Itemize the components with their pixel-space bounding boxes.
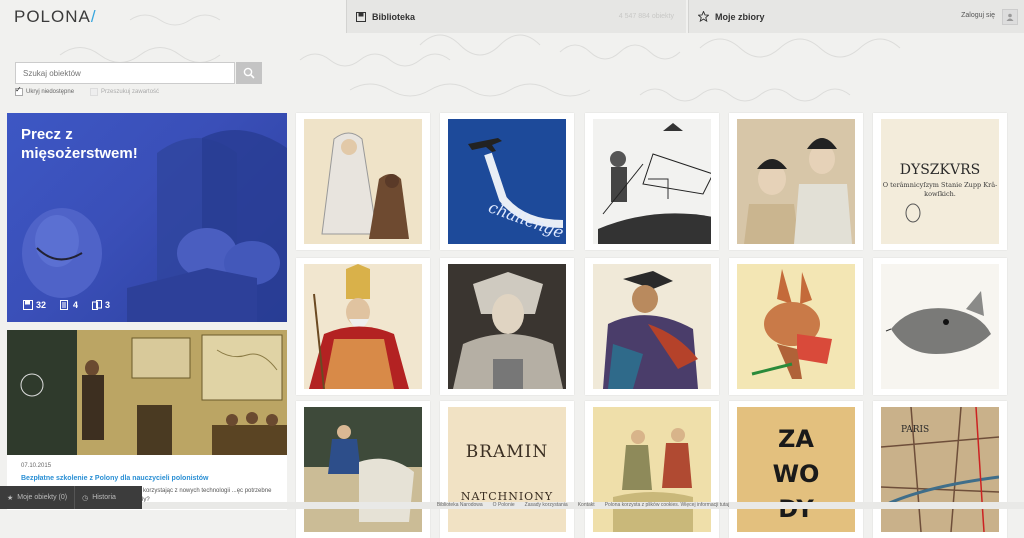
tab-biblioteka-label: Biblioteka: [372, 11, 416, 22]
tile-image: [304, 407, 422, 532]
tile-zawody[interactable]: ZA WO DY: [729, 401, 863, 538]
history-button[interactable]: ◷ Historia: [75, 494, 123, 502]
document-icon: [60, 300, 69, 310]
polona-logo[interactable]: POLONA/: [14, 7, 97, 27]
promo-title: Precz z mięsożerstwem!: [21, 126, 138, 162]
tile-dyszkvrs[interactable]: DYSZKVRS O terâmnicyſzym Stanie Zupp Krâ…: [873, 113, 1007, 250]
tile-image: DYSZKVRS O terâmnicyſzym Stanie Zupp Krâ…: [881, 119, 999, 244]
svg-text:WO: WO: [773, 460, 820, 488]
tile-jester-portrait[interactable]: [440, 258, 574, 395]
search-button[interactable]: [236, 62, 262, 84]
option-hide-unavailable[interactable]: Ukryj niedostępne: [15, 85, 75, 96]
tab-biblioteka[interactable]: Biblioteka 4 547 884 obiekty: [346, 0, 686, 33]
checkbox-hide-unavailable[interactable]: [15, 85, 23, 96]
collection-icon: [92, 300, 103, 310]
user-icon[interactable]: [1002, 9, 1018, 25]
option-label: Przeszukuj zawartość: [101, 89, 160, 95]
tile-bramin[interactable]: BRAMIN NATCHNIONY: [440, 401, 574, 538]
cookie-notice[interactable]: Polona korzysta z plików cookies. Więcej…: [605, 502, 730, 509]
svg-text:BRAMIN: BRAMIN: [466, 442, 549, 462]
tile-japanese-women[interactable]: [729, 113, 863, 250]
tile-image: challenge: [448, 119, 566, 244]
tile-image: [881, 264, 999, 389]
stat-collections: 3: [92, 300, 110, 310]
tile-bride[interactable]: [296, 113, 430, 250]
option-search-content[interactable]: Przeszukuj zawartość: [90, 88, 159, 96]
tile-image: [593, 264, 711, 389]
tile-paris-map[interactable]: PARIS: [873, 401, 1007, 538]
login-link[interactable]: Zaloguj się: [961, 12, 995, 19]
tile-hussars[interactable]: [585, 401, 719, 538]
tile-image: [593, 407, 711, 532]
tab-moje-zbiory[interactable]: Moje zbiory Zaloguj się: [688, 0, 1024, 33]
search-options: Ukryj niedostępne Przeszukuj zawartość: [15, 85, 159, 96]
svg-text:O terâmnicyſzym Stanie Zupp Kr: O terâmnicyſzym Stanie Zupp Krâ-: [883, 181, 998, 189]
tile-woodcut-fishing[interactable]: [585, 113, 719, 250]
tile-cossack[interactable]: [585, 258, 719, 395]
svg-text:kowſkich.: kowſkich.: [924, 190, 956, 198]
footer-link[interactable]: Kontakt: [578, 502, 595, 509]
tab-moje-zbiory-label: Moje zbiory: [715, 11, 765, 22]
footer-link[interactable]: O Polonie: [493, 502, 515, 509]
stat-objects: 32: [23, 300, 46, 310]
news-date: 07.10.2015: [21, 463, 52, 469]
footer: Biblioteka Narodowa O Polonie Zasady kor…: [142, 502, 1024, 509]
logo-text: POLONA: [14, 7, 91, 26]
svg-text:ZA: ZA: [778, 425, 814, 453]
footer-link[interactable]: Biblioteka Narodowa: [437, 502, 483, 509]
promo-card[interactable]: Precz z mięsożerstwem! 32 4 3: [7, 113, 287, 322]
book-icon: [23, 300, 33, 310]
library-icon: [356, 11, 366, 22]
option-label: Ukryj niedostępne: [26, 89, 75, 95]
checkbox-search-content[interactable]: [90, 88, 99, 96]
clock-icon: ◷: [82, 494, 89, 502]
svg-text:DY: DY: [778, 495, 814, 523]
news-title[interactable]: Bezpłatne szkolenie z Polony dla nauczyc…: [21, 475, 208, 482]
promo-stats: 32 4 3: [23, 300, 110, 310]
search-icon: [243, 67, 255, 79]
tile-image: [304, 119, 422, 244]
star-icon: [698, 11, 709, 22]
svg-text:DYSZKVRS: DYSZKVRS: [900, 162, 981, 178]
stat-documents: 4: [60, 300, 78, 310]
bottom-toolbar: ★ Moje obiekty (0) ◷ Historia: [0, 486, 142, 509]
footer-link[interactable]: Zasady korzystania: [525, 502, 568, 509]
my-objects-button[interactable]: ★ Moje obiekty (0): [0, 494, 74, 502]
tile-rat-head[interactable]: [873, 258, 1007, 395]
tile-image: BRAMIN NATCHNIONY: [448, 407, 566, 532]
my-objects-label: Moje obiekty (0): [17, 494, 68, 501]
star-icon: ★: [7, 494, 14, 502]
history-label: Historia: [92, 494, 116, 501]
tile-horseman[interactable]: [296, 401, 430, 538]
search-input[interactable]: [15, 62, 235, 84]
tile-image: [737, 119, 855, 244]
tile-image: ZA WO DY: [737, 407, 855, 532]
tile-image: [737, 264, 855, 389]
svg-text:PARIS: PARIS: [901, 425, 929, 435]
tile-image: [304, 264, 422, 389]
news-image: [7, 330, 287, 455]
tile-image: [593, 119, 711, 244]
tile-image: [448, 264, 566, 389]
tile-airplane[interactable]: challenge: [440, 113, 574, 250]
tile-rabbit[interactable]: [729, 258, 863, 395]
tile-bishop[interactable]: [296, 258, 430, 395]
tile-image: PARIS: [881, 407, 999, 532]
top-bar: POLONA/ Biblioteka 4 547 884 obiekty Moj…: [0, 0, 1024, 33]
news-card[interactable]: 07.10.2015 Bezpłatne szkolenie z Polony …: [7, 330, 287, 510]
object-count: 4 547 884 obiekty: [618, 13, 674, 20]
